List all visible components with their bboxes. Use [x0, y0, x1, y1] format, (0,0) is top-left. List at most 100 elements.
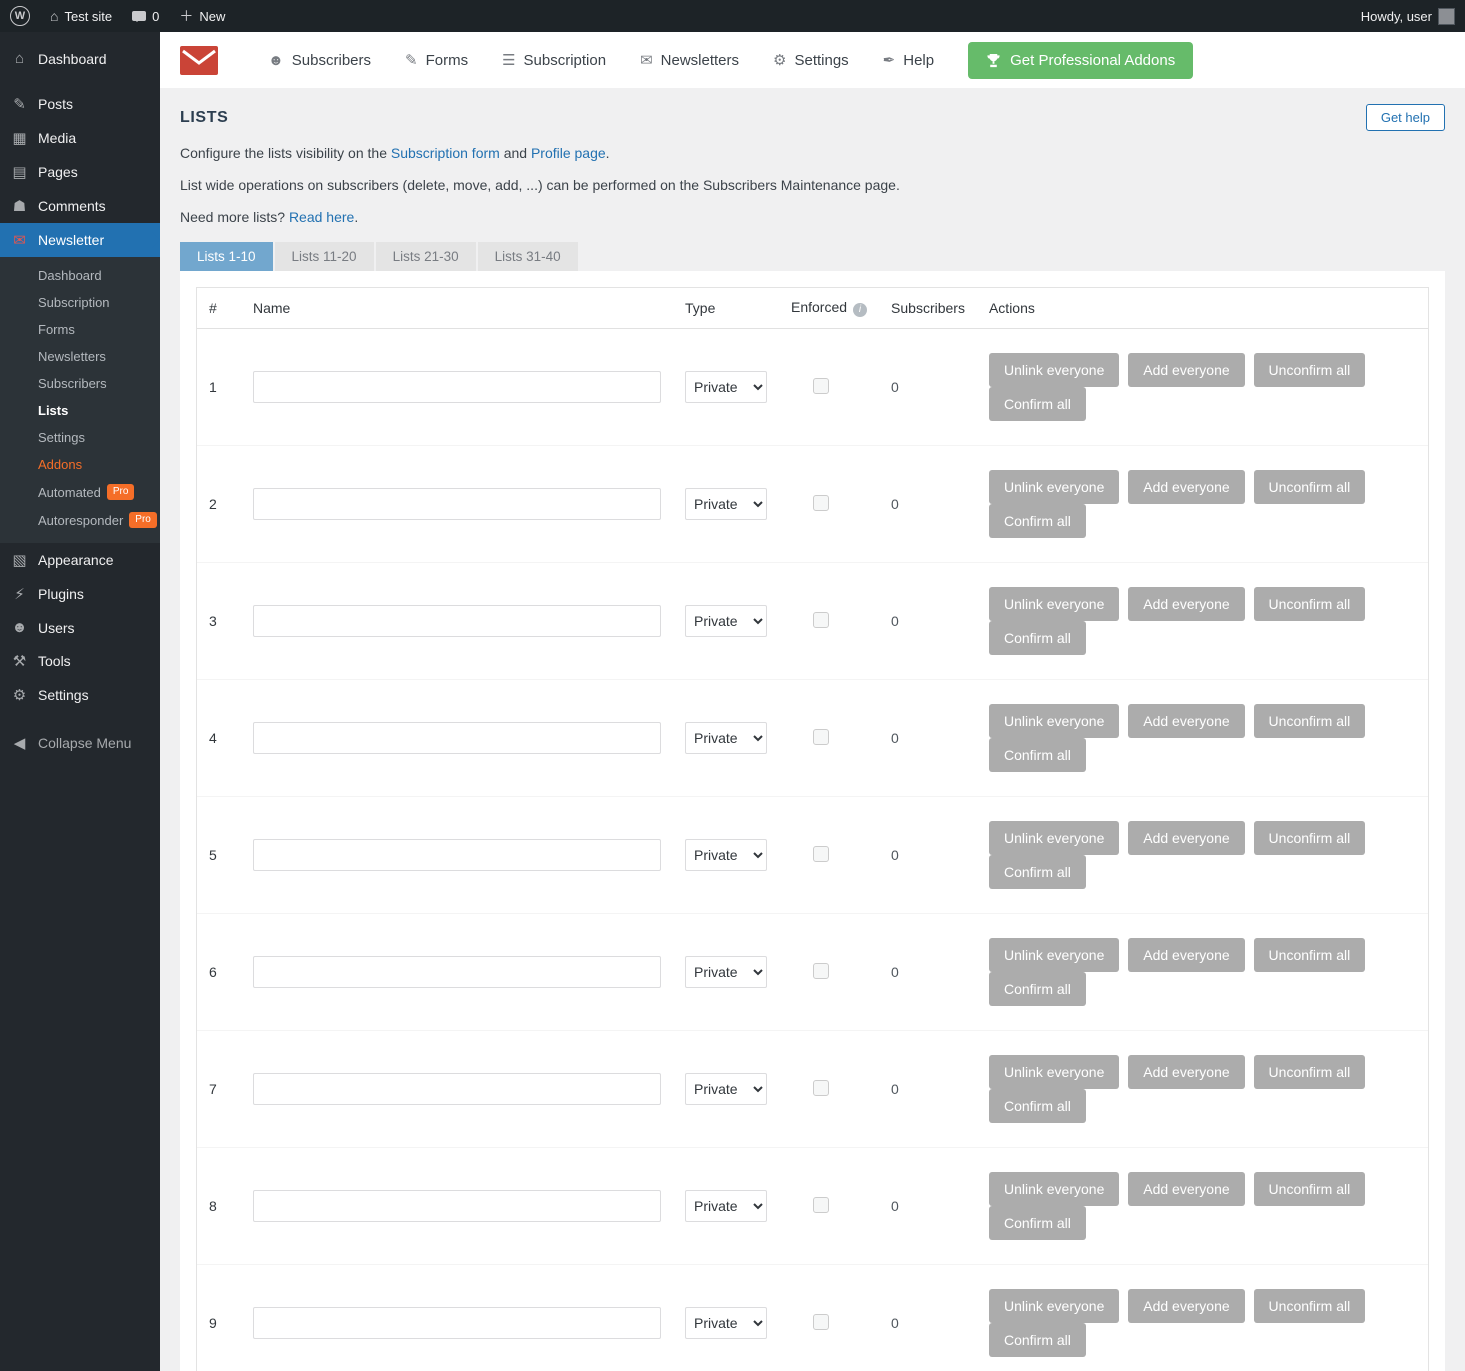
unlink-everyone-button[interactable]: Unlink everyone: [989, 587, 1119, 621]
submenu-item-newsletters[interactable]: Newsletters: [0, 343, 160, 370]
unconfirm-all-button[interactable]: Unconfirm all: [1254, 938, 1366, 972]
list-type-select[interactable]: Private: [685, 371, 767, 403]
list-type-select[interactable]: Private: [685, 839, 767, 871]
enforced-checkbox[interactable]: [813, 729, 829, 745]
add-everyone-button[interactable]: Add everyone: [1128, 353, 1244, 387]
tab-lists-21-30[interactable]: Lists 21-30: [376, 242, 476, 271]
unlink-everyone-button[interactable]: Unlink everyone: [989, 470, 1119, 504]
add-everyone-button[interactable]: Add everyone: [1128, 821, 1244, 855]
nav-item-subscribers[interactable]: ☻Subscribers: [268, 52, 371, 69]
site-name-link[interactable]: ⌂ Test site: [40, 0, 122, 32]
nav-item-forms[interactable]: ✎Forms: [405, 51, 468, 69]
info-icon[interactable]: i: [853, 303, 867, 317]
unlink-everyone-button[interactable]: Unlink everyone: [989, 1172, 1119, 1206]
confirm-all-button[interactable]: Confirm all: [989, 855, 1086, 889]
sidebar-item-posts[interactable]: ✎Posts: [0, 87, 160, 121]
submenu-item-automated[interactable]: AutomatedPro: [0, 478, 160, 506]
submenu-item-settings[interactable]: Settings: [0, 424, 160, 451]
enforced-checkbox[interactable]: [813, 846, 829, 862]
sidebar-item-users[interactable]: ☻Users: [0, 611, 160, 644]
list-name-input[interactable]: [253, 371, 661, 403]
add-everyone-button[interactable]: Add everyone: [1128, 704, 1244, 738]
list-type-select[interactable]: Private: [685, 1190, 767, 1222]
tab-lists-31-40[interactable]: Lists 31-40: [478, 242, 578, 271]
get-professional-addons-button[interactable]: Get Professional Addons: [968, 42, 1193, 79]
unlink-everyone-button[interactable]: Unlink everyone: [989, 938, 1119, 972]
sidebar-item-comments[interactable]: ☗Comments: [0, 189, 160, 223]
add-everyone-button[interactable]: Add everyone: [1128, 1289, 1244, 1323]
get-help-button[interactable]: Get help: [1366, 104, 1445, 131]
submenu-item-dashboard[interactable]: Dashboard: [0, 262, 160, 289]
confirm-all-button[interactable]: Confirm all: [989, 1089, 1086, 1123]
unlink-everyone-button[interactable]: Unlink everyone: [989, 1289, 1119, 1323]
unconfirm-all-button[interactable]: Unconfirm all: [1254, 587, 1366, 621]
list-name-input[interactable]: [253, 839, 661, 871]
unlink-everyone-button[interactable]: Unlink everyone: [989, 353, 1119, 387]
list-name-input[interactable]: [253, 722, 661, 754]
nav-item-newsletters[interactable]: ✉Newsletters: [640, 51, 739, 69]
list-type-select[interactable]: Private: [685, 722, 767, 754]
howdy-account-menu[interactable]: Howdy, user: [1351, 0, 1465, 32]
confirm-all-button[interactable]: Confirm all: [989, 738, 1086, 772]
read-here-link[interactable]: Read here: [289, 209, 354, 225]
list-name-input[interactable]: [253, 1073, 661, 1105]
list-type-select[interactable]: Private: [685, 956, 767, 988]
enforced-checkbox[interactable]: [813, 1314, 829, 1330]
unlink-everyone-button[interactable]: Unlink everyone: [989, 821, 1119, 855]
unconfirm-all-button[interactable]: Unconfirm all: [1254, 1172, 1366, 1206]
add-everyone-button[interactable]: Add everyone: [1128, 1172, 1244, 1206]
sidebar-item-dashboard[interactable]: ⌂Dashboard: [0, 42, 160, 75]
submenu-item-forms[interactable]: Forms: [0, 316, 160, 343]
enforced-checkbox[interactable]: [813, 378, 829, 394]
confirm-all-button[interactable]: Confirm all: [989, 621, 1086, 655]
unconfirm-all-button[interactable]: Unconfirm all: [1254, 470, 1366, 504]
list-type-select[interactable]: Private: [685, 1073, 767, 1105]
enforced-checkbox[interactable]: [813, 1197, 829, 1213]
profile-page-link[interactable]: Profile page: [531, 145, 606, 161]
subscription-form-link[interactable]: Subscription form: [391, 145, 500, 161]
comments-indicator[interactable]: 0: [122, 0, 169, 32]
unconfirm-all-button[interactable]: Unconfirm all: [1254, 704, 1366, 738]
list-name-input[interactable]: [253, 488, 661, 520]
confirm-all-button[interactable]: Confirm all: [989, 387, 1086, 421]
tab-lists-1-10[interactable]: Lists 1-10: [180, 242, 273, 271]
submenu-item-subscribers[interactable]: Subscribers: [0, 370, 160, 397]
confirm-all-button[interactable]: Confirm all: [989, 972, 1086, 1006]
list-type-select[interactable]: Private: [685, 605, 767, 637]
list-name-input[interactable]: [253, 605, 661, 637]
submenu-item-subscription[interactable]: Subscription: [0, 289, 160, 316]
enforced-checkbox[interactable]: [813, 495, 829, 511]
submenu-item-autoresponder[interactable]: AutoresponderPro: [0, 506, 160, 534]
submenu-item-addons[interactable]: Addons: [0, 451, 160, 478]
list-name-input[interactable]: [253, 956, 661, 988]
wordpress-menu[interactable]: W: [0, 0, 40, 32]
confirm-all-button[interactable]: Confirm all: [989, 1323, 1086, 1357]
sidebar-item-tools[interactable]: ⚒Tools: [0, 644, 160, 678]
sidebar-item-settings[interactable]: ⚙Settings: [0, 678, 160, 712]
unconfirm-all-button[interactable]: Unconfirm all: [1254, 353, 1366, 387]
unconfirm-all-button[interactable]: Unconfirm all: [1254, 821, 1366, 855]
unconfirm-all-button[interactable]: Unconfirm all: [1254, 1289, 1366, 1323]
enforced-checkbox[interactable]: [813, 612, 829, 628]
unconfirm-all-button[interactable]: Unconfirm all: [1254, 1055, 1366, 1089]
nav-item-subscription[interactable]: ☰Subscription: [502, 51, 606, 69]
confirm-all-button[interactable]: Confirm all: [989, 1206, 1086, 1240]
sidebar-item-collapse-menu[interactable]: ◀Collapse Menu: [0, 726, 160, 760]
add-everyone-button[interactable]: Add everyone: [1128, 1055, 1244, 1089]
new-content-menu[interactable]: ＋ New: [169, 0, 235, 32]
sidebar-item-plugins[interactable]: ⚡Plugins: [0, 577, 160, 611]
enforced-checkbox[interactable]: [813, 963, 829, 979]
add-everyone-button[interactable]: Add everyone: [1128, 938, 1244, 972]
nav-item-help[interactable]: ✒Help: [883, 51, 934, 69]
enforced-checkbox[interactable]: [813, 1080, 829, 1096]
add-everyone-button[interactable]: Add everyone: [1128, 470, 1244, 504]
nav-item-settings[interactable]: ⚙Settings: [773, 51, 849, 69]
tab-lists-11-20[interactable]: Lists 11-20: [275, 242, 374, 271]
sidebar-item-appearance[interactable]: ▧Appearance: [0, 543, 160, 577]
list-name-input[interactable]: [253, 1190, 661, 1222]
submenu-item-lists[interactable]: Lists: [0, 397, 160, 424]
sidebar-item-newsletter[interactable]: ✉Newsletter: [0, 223, 160, 257]
confirm-all-button[interactable]: Confirm all: [989, 504, 1086, 538]
unlink-everyone-button[interactable]: Unlink everyone: [989, 1055, 1119, 1089]
list-name-input[interactable]: [253, 1307, 661, 1339]
